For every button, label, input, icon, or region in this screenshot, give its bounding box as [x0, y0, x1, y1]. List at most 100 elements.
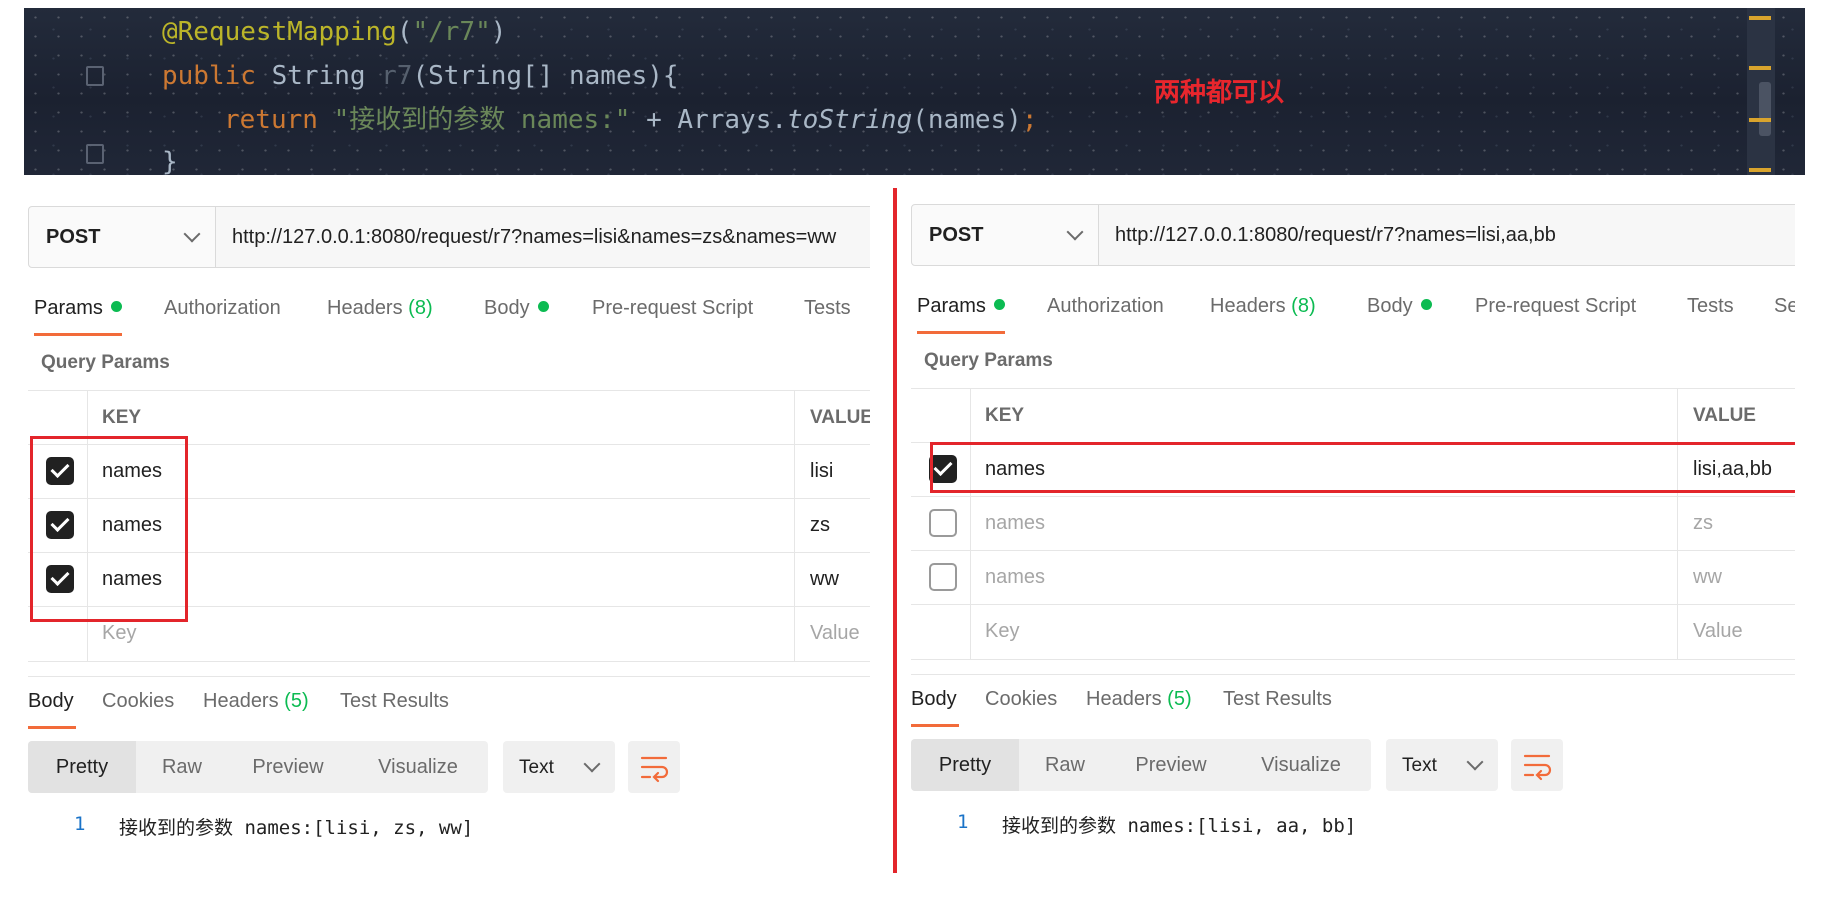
wrap-lines-icon	[640, 756, 669, 783]
status-dot-icon	[993, 299, 1005, 310]
key-cell[interactable]: names	[88, 553, 795, 607]
tab-test-results[interactable]: Test Results	[340, 690, 449, 713]
tab-tests[interactable]: Tests	[1687, 295, 1734, 318]
chevron-down-icon	[1466, 753, 1484, 771]
format-label: Text	[519, 757, 554, 778]
tab-tests[interactable]: Tests	[804, 297, 851, 320]
tab-cookies[interactable]: Cookies	[985, 688, 1057, 711]
visualize-button[interactable]: Visualize	[348, 741, 488, 793]
raw-button[interactable]: Raw	[136, 741, 228, 793]
headers-count: (5)	[284, 690, 309, 712]
tab-label: Params	[34, 297, 103, 319]
param-key: names	[985, 566, 1046, 588]
preview-button[interactable]: Preview	[1111, 739, 1231, 791]
format-select[interactable]: Text	[503, 741, 615, 793]
active-tab-indicator	[34, 333, 122, 336]
tab-body[interactable]: Body	[1367, 295, 1432, 318]
tab-response-headers[interactable]: Headers (5)	[1086, 688, 1192, 711]
response-body: 1 接收到的参数 names:[lisi, zs, ww]	[28, 813, 870, 841]
response-tabs: Body Cookies Headers (5) Test Results	[28, 690, 870, 734]
tab-authorization[interactable]: Authorization	[1047, 295, 1164, 318]
value-cell[interactable]: ww	[1679, 551, 1795, 605]
param-value: zs	[810, 514, 830, 536]
tab-cookies[interactable]: Cookies	[102, 690, 174, 713]
active-tab-indicator	[917, 331, 1005, 334]
wrap-lines-button[interactable]	[628, 741, 680, 793]
value-placeholder: Value	[810, 622, 860, 644]
table-row: names ww	[911, 550, 1795, 605]
param-key: names	[985, 512, 1046, 534]
response-body: 1 接收到的参数 names:[lisi, aa, bb]	[911, 811, 1795, 839]
url-input[interactable]: http://127.0.0.1:8080/request/r7?names=l…	[1099, 204, 1795, 266]
chevron-down-icon	[183, 225, 201, 243]
tab-response-body[interactable]: Body	[28, 690, 74, 713]
value-cell[interactable]: ww	[796, 553, 870, 607]
value-input[interactable]: Value	[796, 607, 870, 661]
headers-count: (8)	[408, 297, 433, 319]
tab-response-headers[interactable]: Headers (5)	[203, 690, 309, 713]
tab-test-results[interactable]: Test Results	[1223, 688, 1332, 711]
pretty-button[interactable]: Pretty	[911, 739, 1019, 791]
key-placeholder: Key	[985, 620, 1020, 642]
view-mode-group: Pretty Raw Preview Visualize	[28, 741, 488, 793]
highlight-box	[930, 442, 1795, 493]
request-bar: POST http://127.0.0.1:8080/request/r7?na…	[911, 204, 1795, 268]
column-label: VALUE	[810, 407, 870, 428]
visualize-button[interactable]: Visualize	[1231, 739, 1371, 791]
tab-settings[interactable]: Se	[1774, 295, 1795, 318]
wrap-lines-icon	[1523, 754, 1552, 781]
checkbox-empty-icon[interactable]	[929, 509, 957, 537]
tab-pre-request-script[interactable]: Pre-request Script	[1475, 295, 1636, 318]
checkbox-column-header	[911, 389, 971, 443]
response-text: 接收到的参数 names:[lisi, aa, bb]	[1002, 815, 1357, 837]
tab-authorization[interactable]: Authorization	[164, 297, 281, 320]
value-placeholder: Value	[1693, 620, 1743, 642]
tab-body[interactable]: Body	[484, 297, 549, 320]
format-label: Text	[1402, 755, 1437, 776]
pretty-button[interactable]: Pretty	[28, 741, 136, 793]
key-cell[interactable]: names	[971, 551, 1678, 605]
query-params-title: Query Params	[41, 352, 170, 373]
headers-count: (8)	[1291, 295, 1316, 317]
wrap-lines-button[interactable]	[1511, 739, 1563, 791]
key-input[interactable]: Key	[971, 605, 1678, 659]
url-input[interactable]: http://127.0.0.1:8080/request/r7?names=l…	[216, 206, 870, 268]
method-select[interactable]: POST	[911, 204, 1099, 266]
key-input[interactable]: Key	[88, 607, 795, 661]
line-number: 1	[74, 813, 86, 835]
value-column-header: VALUE	[1679, 389, 1795, 443]
key-column-header: KEY	[88, 391, 795, 445]
tab-headers[interactable]: Headers (8)	[1210, 295, 1316, 318]
checkbox-cell	[911, 605, 971, 659]
checkbox-cell	[911, 497, 971, 551]
request-tabs: Params Authorization Headers (8) Body Pr…	[911, 295, 1795, 339]
preview-button[interactable]: Preview	[228, 741, 348, 793]
headers-count: (5)	[1167, 688, 1192, 710]
value-cell[interactable]: zs	[796, 499, 870, 553]
column-label: KEY	[985, 405, 1025, 426]
value-cell[interactable]: lisi	[796, 445, 870, 499]
checkbox-empty-icon[interactable]	[929, 563, 957, 591]
tab-response-body[interactable]: Body	[911, 688, 957, 711]
key-cell[interactable]: names	[88, 445, 795, 499]
key-cell[interactable]: names	[971, 497, 1678, 551]
value-input[interactable]: Value	[1679, 605, 1795, 659]
request-bar: POST http://127.0.0.1:8080/request/r7?na…	[28, 206, 870, 270]
query-params-title: Query Params	[924, 350, 1053, 371]
status-dot-icon	[1420, 299, 1432, 310]
format-select[interactable]: Text	[1386, 739, 1498, 791]
tab-pre-request-script[interactable]: Pre-request Script	[592, 297, 753, 320]
value-cell[interactable]: zs	[1679, 497, 1795, 551]
param-value: ww	[1693, 566, 1722, 588]
active-tab-indicator	[28, 726, 76, 729]
tab-params[interactable]: Params	[34, 297, 122, 320]
key-cell[interactable]: names	[88, 499, 795, 553]
tab-label: Headers	[1210, 295, 1286, 317]
method-select[interactable]: POST	[28, 206, 216, 268]
tab-headers[interactable]: Headers (8)	[327, 297, 433, 320]
comparison-divider	[893, 188, 897, 873]
tab-label: Headers	[1086, 688, 1162, 710]
raw-button[interactable]: Raw	[1019, 739, 1111, 791]
tab-params[interactable]: Params	[917, 295, 1005, 318]
table-row-placeholder: Key Value	[911, 604, 1795, 660]
